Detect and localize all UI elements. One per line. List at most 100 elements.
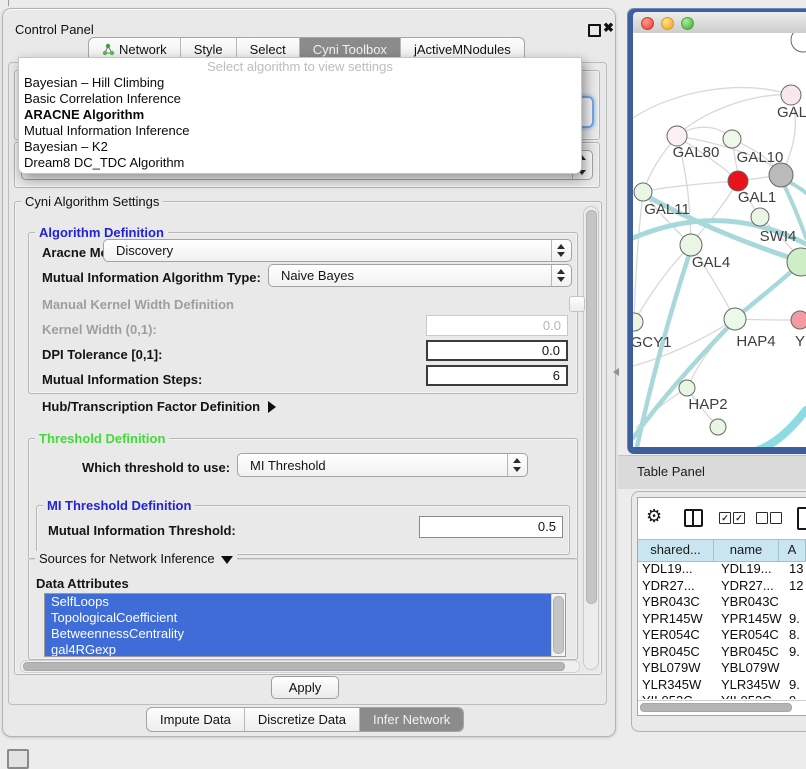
mi-type-label: Mutual Information Algorithm Type: bbox=[42, 270, 261, 285]
table-row[interactable]: YDR27...YDR27...12 bbox=[638, 578, 806, 595]
table-cell: YBL079W bbox=[638, 660, 717, 677]
node-label: GAL1 bbox=[738, 189, 776, 206]
bottom-tab-bar: Impute Data Discretize Data Infer Network bbox=[146, 707, 464, 732]
new-table-icon[interactable] bbox=[797, 507, 806, 530]
table-cell: 9 bbox=[785, 693, 806, 699]
tab-impute-data[interactable]: Impute Data bbox=[147, 708, 245, 731]
attribute-item-betweennesscentrality[interactable]: BetweennessCentrality bbox=[45, 626, 552, 642]
which-threshold-value: MI Threshold bbox=[250, 454, 326, 476]
network-node[interactable] bbox=[633, 313, 643, 331]
dropdown-item-mutual-information-inference[interactable]: Mutual Information Inference bbox=[19, 123, 581, 139]
network-canvas[interactable]: GALGAL80GAL10GAL1GAL11SWI4GAL4GCY1HAP4YH… bbox=[633, 33, 806, 447]
minimize-traffic-light[interactable] bbox=[661, 17, 674, 30]
network-node[interactable] bbox=[751, 208, 769, 226]
network-node[interactable] bbox=[769, 163, 793, 187]
network-node[interactable] bbox=[679, 380, 695, 396]
mi-type-combobox[interactable]: Naive Bayes bbox=[268, 264, 572, 287]
network-node[interactable] bbox=[724, 308, 746, 330]
dropdown-item-dream8-dc-tdc-algorithm[interactable]: Dream8 DC_TDC Algorithm bbox=[19, 155, 581, 171]
attribute-item-topologicalcoefficient[interactable]: TopologicalCoefficient bbox=[45, 610, 552, 626]
network-node[interactable] bbox=[791, 311, 806, 329]
tab-label: Infer Network bbox=[373, 709, 450, 731]
tab-label: Discretize Data bbox=[258, 709, 346, 731]
select-all-check-icon-2[interactable]: ✓ bbox=[733, 512, 745, 524]
apply-button[interactable]: Apply bbox=[271, 676, 339, 699]
select-all-check-icon[interactable]: ✓ bbox=[719, 512, 731, 524]
network-edge bbox=[634, 192, 643, 322]
algorithm-dropdown-popup: Select algorithm to view settings Bayesi… bbox=[18, 57, 582, 174]
table-row[interactable]: YPR145WYPR145W9. bbox=[638, 611, 806, 628]
float-icon[interactable] bbox=[588, 24, 601, 37]
attribute-item-selfloops[interactable]: SelfLoops bbox=[45, 594, 552, 610]
network-node[interactable] bbox=[710, 419, 726, 435]
mi-type-value: Naive Bayes bbox=[281, 265, 354, 286]
minimized-panel-icon[interactable] bbox=[7, 749, 29, 769]
columns-icon[interactable] bbox=[684, 509, 703, 527]
network-node[interactable] bbox=[781, 85, 801, 105]
gear-icon[interactable]: ⚙ bbox=[646, 506, 662, 527]
network-icon bbox=[102, 43, 115, 56]
data-attributes-label: Data Attributes bbox=[36, 576, 129, 591]
table-row[interactable]: YBR043CYBR043C bbox=[638, 594, 806, 611]
dpi-tolerance-input[interactable]: 0.0 bbox=[426, 340, 568, 361]
node-label: HAP2 bbox=[688, 396, 727, 413]
table-row[interactable]: YDL19...YDL19...13 bbox=[638, 561, 806, 578]
table-horizontal-scrollbar[interactable] bbox=[638, 700, 806, 713]
node-label: HAP4 bbox=[736, 333, 775, 350]
table-cell: YLR345W bbox=[638, 677, 717, 694]
mi-threshold-input[interactable]: 0.5 bbox=[419, 516, 563, 538]
column-header-a[interactable]: A bbox=[779, 540, 806, 561]
mi-threshold-title: MI Threshold Definition bbox=[43, 498, 195, 513]
settings-horizontal-scrollbar[interactable] bbox=[20, 660, 580, 673]
network-node[interactable] bbox=[680, 234, 702, 256]
table-row[interactable]: YER054CYER054C8. bbox=[638, 627, 806, 644]
mi-threshold-label: Mutual Information Threshold: bbox=[48, 523, 236, 538]
tab-infer-network[interactable]: Infer Network bbox=[360, 708, 463, 731]
dropdown-item-aracne-algorithm[interactable]: ARACNE Algorithm bbox=[19, 107, 581, 123]
table-cell bbox=[785, 594, 806, 611]
table-cell: YBR045C bbox=[717, 644, 785, 661]
table-cell: YBR045C bbox=[638, 644, 717, 661]
table-cell: 12 bbox=[785, 578, 806, 595]
column-header-shared-[interactable]: shared... bbox=[638, 540, 714, 561]
network-node[interactable] bbox=[791, 33, 806, 52]
dropdown-item-bayesian-k2[interactable]: Bayesian – K2 bbox=[19, 139, 581, 155]
panel-splitter-handle[interactable] bbox=[613, 368, 619, 376]
deselect-all-icon-2[interactable] bbox=[770, 512, 782, 524]
network-node[interactable] bbox=[728, 171, 748, 191]
column-header-name[interactable]: name bbox=[714, 540, 779, 561]
network-node[interactable] bbox=[723, 130, 741, 148]
table-row[interactable]: YLR345WYLR345W9. bbox=[638, 677, 806, 694]
attribute-item-gal4rgexp[interactable]: gal4RGexp bbox=[45, 642, 552, 657]
dropdown-item-bayesian-hill-climbing[interactable]: Bayesian – Hill Climbing bbox=[19, 75, 581, 91]
data-attributes-list[interactable]: SelfLoopsTopologicalCoefficientBetweenne… bbox=[44, 593, 566, 657]
node-label: GAL80 bbox=[673, 144, 720, 161]
close-icon[interactable]: ✖ bbox=[603, 20, 614, 36]
network-node[interactable] bbox=[667, 126, 687, 146]
tab-label: Impute Data bbox=[160, 709, 231, 731]
panel-title: Control Panel bbox=[15, 22, 94, 37]
close-traffic-light[interactable] bbox=[641, 17, 654, 30]
table-row[interactable]: YBR045CYBR045C9. bbox=[638, 644, 806, 661]
table-header-row[interactable]: shared...nameA bbox=[638, 539, 806, 562]
node-label: GAL10 bbox=[737, 149, 784, 166]
table-cell: 9. bbox=[785, 644, 806, 661]
sources-title-row[interactable]: Sources for Network Inference bbox=[35, 551, 237, 566]
mi-steps-input[interactable]: 6 bbox=[426, 365, 568, 386]
attributes-scrollbar[interactable] bbox=[551, 594, 565, 656]
table-cell: YPR145W bbox=[717, 611, 785, 628]
table-row[interactable]: YIL052CYIL052C9 bbox=[638, 693, 806, 699]
tab-discretize-data[interactable]: Discretize Data bbox=[245, 708, 360, 731]
zoom-traffic-light[interactable] bbox=[681, 17, 694, 30]
aracne-mode-combobox[interactable]: Discovery bbox=[103, 239, 572, 262]
settings-vertical-scrollbar[interactable] bbox=[583, 206, 599, 670]
which-threshold-combobox[interactable]: MI Threshold bbox=[237, 453, 528, 477]
network-node[interactable] bbox=[634, 183, 652, 201]
table-cell: YBR043C bbox=[638, 594, 717, 611]
network-window-titlebar[interactable] bbox=[633, 12, 806, 34]
hub-definition-expander[interactable]: Hub/Transcription Factor Definition bbox=[42, 398, 276, 416]
dropdown-item-basic-correlation-inference[interactable]: Basic Correlation Inference bbox=[19, 91, 581, 107]
kernel-width-input: 0.0 bbox=[426, 315, 568, 336]
table-row[interactable]: YBL079WYBL079W bbox=[638, 660, 806, 677]
deselect-all-icon[interactable] bbox=[756, 512, 768, 524]
